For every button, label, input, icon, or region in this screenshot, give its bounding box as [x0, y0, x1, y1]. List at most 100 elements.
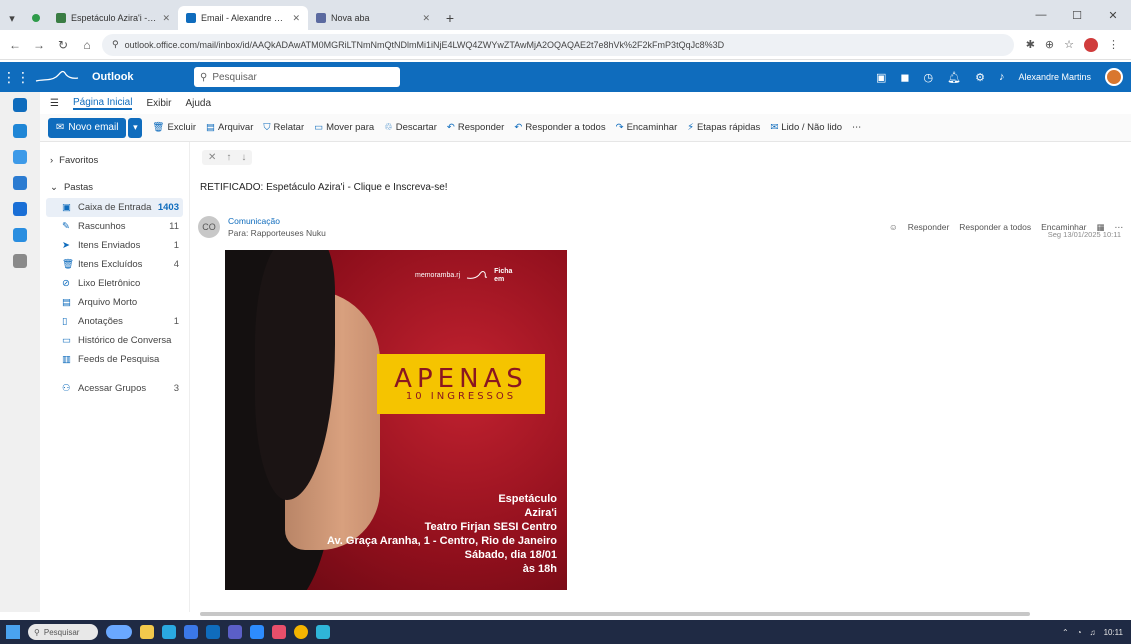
minimize-icon[interactable]: —	[1023, 9, 1059, 21]
quick-steps-button[interactable]: ⚡︎ Etapas rápidas	[687, 122, 760, 133]
folder-groups[interactable]: ⚇ Acessar Grupos 3	[46, 379, 183, 398]
move-to-button[interactable]: ▭ Mover para	[314, 122, 374, 133]
more-apps-icon[interactable]	[13, 254, 27, 268]
close-tab-icon[interactable]: ✕	[422, 13, 430, 24]
more-commands-icon[interactable]: ⋯	[852, 122, 862, 133]
reply-all-action[interactable]: Responder a todos	[959, 222, 1031, 232]
app-name[interactable]: Outlook	[82, 71, 192, 83]
folder-count: 3	[173, 383, 179, 394]
read-unread-button[interactable]: ✉ Lido / Não lido	[770, 122, 842, 133]
folder-deleted[interactable]: 🗑︎ Itens Excluídos 4	[46, 255, 183, 274]
folder-inbox[interactable]: ▣ Caixa de Entrada 1403	[46, 198, 183, 217]
profile-dot-icon[interactable]	[24, 6, 48, 30]
search-box[interactable]: ⚲ Pesquisar	[194, 67, 400, 87]
folder-junk[interactable]: ⊘ Lixo Eletrônico	[46, 274, 183, 293]
favorites-group[interactable]: › Favoritos	[46, 150, 183, 171]
folder-notes[interactable]: ▯ Anotações 1	[46, 312, 183, 331]
close-tab-icon[interactable]: ✕	[292, 13, 300, 24]
file-explorer-icon[interactable]	[140, 625, 154, 639]
collapse-pane-icon[interactable]: ☰	[50, 98, 59, 109]
teams-icon[interactable]: ◼	[900, 71, 909, 84]
browser-tab-0[interactable]: Espetáculo Azira'i - Cliqu… ✕	[48, 6, 178, 30]
sweep-button[interactable]: ♲ Descartar	[384, 122, 437, 133]
close-tab-icon[interactable]: ✕	[162, 13, 170, 24]
folders-group[interactable]: ⌄ Pastas	[46, 177, 183, 198]
browser-tab-strip: ▾ Espetáculo Azira'i - Cliqu… ✕ Email - …	[0, 0, 1131, 30]
close-message-icon[interactable]: ✕	[208, 152, 216, 163]
new-mail-button[interactable]: ✉ Novo email	[48, 117, 127, 138]
new-tab-button[interactable]: +	[438, 6, 462, 30]
reload-icon[interactable]: ↻	[54, 38, 72, 52]
extension-icon[interactable]: ✱	[1026, 38, 1035, 52]
avatar[interactable]	[1105, 68, 1123, 86]
app-launcher-icon[interactable]: ⋮⋮	[0, 69, 32, 86]
onedrive-icon[interactable]	[13, 228, 27, 242]
taskbar-search[interactable]: ⚲ Pesquisar	[28, 624, 98, 640]
groups-icon[interactable]	[13, 176, 27, 190]
reply-button[interactable]: ↶ Responder	[447, 122, 504, 133]
chevron-up-icon[interactable]: ⌃	[1062, 628, 1069, 637]
sender-name[interactable]: Comunicação	[228, 216, 326, 226]
previous-message-icon[interactable]: ↑	[226, 152, 231, 163]
back-icon[interactable]: ←	[6, 38, 24, 52]
sweep-label: Descartar	[395, 122, 437, 133]
bookmark-star-icon[interactable]: ☆	[1064, 38, 1074, 52]
copilot-icon[interactable]	[106, 625, 132, 639]
chrome-icon[interactable]	[294, 625, 308, 639]
forward-icon[interactable]: →	[30, 38, 48, 52]
next-message-icon[interactable]: ↓	[241, 152, 246, 163]
tab-help[interactable]: Ajuda	[185, 98, 211, 109]
url-field[interactable]: ⚲ outlook.office.com/mail/inbox/id/AAQkA…	[102, 33, 1014, 56]
close-window-icon[interactable]: ✕	[1095, 9, 1131, 22]
meet-now-icon[interactable]: ▣	[876, 71, 886, 84]
settings-app-icon[interactable]	[316, 625, 330, 639]
folder-drafts[interactable]: ✎ Rascunhos 11	[46, 217, 183, 236]
folder-feeds[interactable]: ▥ Feeds de Pesquisa	[46, 350, 183, 369]
folder-sent[interactable]: ➤ Itens Enviados 1	[46, 236, 183, 255]
report-button[interactable]: ⛉ Relatar	[263, 122, 304, 133]
edge-icon[interactable]	[162, 625, 176, 639]
mail-icon[interactable]	[13, 98, 27, 112]
clock[interactable]: 10:11	[1104, 628, 1123, 637]
zoom-icon[interactable]: ⊕	[1045, 38, 1054, 52]
my-day-icon[interactable]: ◷	[924, 71, 934, 84]
groups-icon: ⚇	[62, 383, 71, 394]
volume-icon[interactable]: ♫	[1090, 628, 1096, 637]
tab-search-icon[interactable]: ▾	[0, 6, 24, 30]
delete-button[interactable]: 🗑︎ Excluir	[152, 122, 196, 133]
reply-all-button[interactable]: ↶ Responder a todos	[514, 122, 605, 133]
todo-icon[interactable]	[13, 202, 27, 216]
outlook-taskbar-icon[interactable]	[206, 625, 220, 639]
teams-taskbar-icon[interactable]	[228, 625, 242, 639]
reply-action[interactable]: Responder	[908, 222, 950, 232]
browser-profile-avatar[interactable]	[1084, 37, 1098, 52]
settings-gear-icon[interactable]: ⚙	[975, 71, 985, 84]
store-icon[interactable]	[184, 625, 198, 639]
new-mail-dropdown[interactable]: ▾	[128, 117, 143, 138]
people-icon[interactable]	[13, 150, 27, 164]
start-button-icon[interactable]	[6, 625, 20, 639]
tips-icon[interactable]: ♪	[999, 71, 1005, 83]
notifications-icon[interactable]: 🔔︎	[947, 71, 961, 84]
photos-icon[interactable]	[250, 625, 264, 639]
search-icon: ⚲	[200, 71, 208, 83]
home-icon[interactable]: ⌂	[78, 38, 96, 52]
calendar-icon[interactable]	[13, 124, 27, 138]
site-info-icon[interactable]: ⚲	[112, 39, 119, 50]
user-name[interactable]: Alexandre Martins	[1018, 72, 1091, 82]
folder-archive[interactable]: ▤ Arquivo Morto	[46, 293, 183, 312]
emoji-react-icon[interactable]: ☺	[889, 222, 898, 232]
browser-menu-icon[interactable]: ⋮	[1108, 38, 1119, 52]
maximize-icon[interactable]: ☐	[1059, 9, 1095, 22]
app-icon[interactable]	[272, 625, 286, 639]
browser-tab-2[interactable]: Nova aba ✕	[308, 6, 438, 30]
tab-home[interactable]: Página Inicial	[72, 97, 133, 110]
sender-avatar[interactable]: CO	[198, 216, 220, 238]
archive-button[interactable]: ▤ Arquivar	[206, 122, 253, 133]
horizontal-scrollbar[interactable]	[200, 612, 1030, 616]
folder-history[interactable]: ▭ Histórico de Conversa	[46, 331, 183, 350]
tab-view[interactable]: Exibir	[146, 98, 171, 109]
browser-tab-1[interactable]: Email - Alexandre Martins - Ou… ✕	[178, 6, 308, 30]
wifi-icon[interactable]: ◔	[1077, 628, 1082, 637]
forward-button[interactable]: ↷ Encaminhar	[616, 122, 678, 133]
